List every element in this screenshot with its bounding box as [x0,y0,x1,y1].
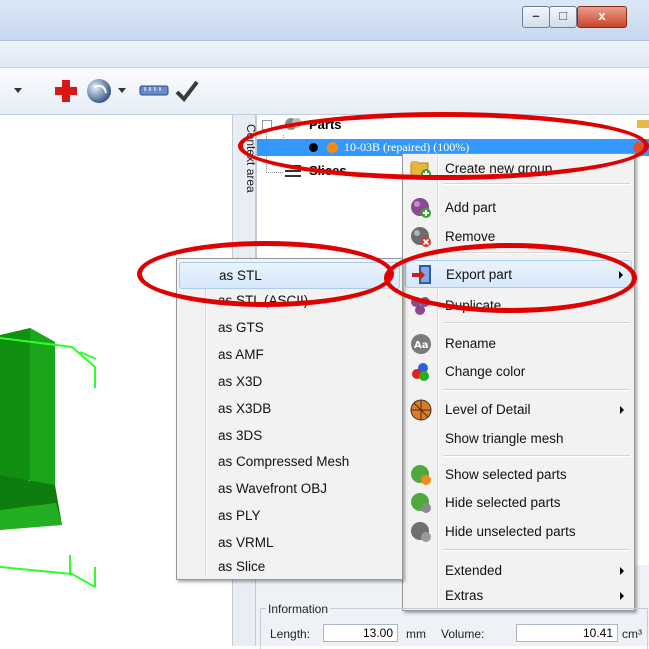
menu-item-remove[interactable]: Remove [405,225,632,249]
submenu-arrow-icon [620,567,624,575]
view-sphere-icon[interactable] [86,77,114,105]
duplicate-icon [410,295,432,317]
length-unit: mm [406,627,426,641]
menu-item-level-of-detail[interactable]: Level of Detail [405,398,632,422]
information-panel: Information Length: 13.00 mm Volume: 10.… [258,598,649,649]
maximize-button[interactable]: □ [549,6,577,28]
submenu-item-as-vrml[interactable]: as VRML [179,531,400,555]
export-icon [411,264,433,286]
close-button[interactable]: x [577,6,627,28]
submenu-item-as-wavefront-obj[interactable]: as Wavefront OBJ [179,477,400,501]
context-area-label: Context area [244,124,258,193]
check-icon[interactable] [174,78,200,104]
menu-strip [0,41,649,68]
part-visibility-icon[interactable] [327,142,338,153]
submenu-item-as-slice[interactable]: as Slice [179,555,400,579]
submenu-item-as-amf[interactable]: as AMF [179,343,400,367]
submenu-item-as-compressed-mesh[interactable]: as Compressed Mesh [179,450,400,474]
menu-item-add-part[interactable]: Add part [405,196,632,220]
submenu-item-as-gts[interactable]: as GTS [179,316,400,340]
submenu-item-as-3ds[interactable]: as 3DS [179,424,400,448]
menu-item-export-part[interactable]: Export part [405,260,632,288]
dropdown-arrow-icon[interactable] [118,88,126,93]
rename-icon: Aa [410,333,432,355]
tree-parts-label[interactable]: Parts [309,117,342,132]
submenu-item-as-x3d[interactable]: as X3D [179,370,400,394]
volume-label: Volume: [441,627,485,641]
length-label: Length: [270,627,311,641]
toolbar [0,68,649,115]
information-group-label: Information [266,602,331,616]
remove-part-icon [410,226,432,248]
color-icon [410,361,432,383]
hide-unselected-icon [410,521,432,543]
dropdown-arrow-icon[interactable] [14,88,22,93]
tree-slices-label[interactable]: Slices [309,163,347,178]
volume-unit: cm³ [622,627,642,641]
submenu-item-as-x3db[interactable]: as X3DB [179,397,400,421]
part-remove-icon[interactable] [633,142,644,153]
submenu-arrow-icon [620,406,624,414]
menu-item-create-new-group[interactable]: Create new group [405,157,632,181]
menu-item-show-selected-parts[interactable]: Show selected parts [405,463,632,487]
slices-icon [285,165,301,177]
minimize-button[interactable]: – [522,6,550,28]
parts-group-icon [285,117,303,131]
svg-text:Aa: Aa [414,340,429,351]
volume-field[interactable]: 10.41 [516,624,618,642]
part-context-menu: Create new group Add part Remove Export … [402,153,635,611]
measure-icon[interactable] [139,85,169,97]
folder-icon [637,117,649,129]
show-parts-icon [410,464,432,486]
menu-item-change-color[interactable]: Change color [405,360,632,384]
menu-item-show-triangle-mesh[interactable]: Show triangle mesh [405,427,632,451]
length-field[interactable]: 13.00 [323,624,398,642]
hide-parts-icon [410,492,432,514]
menu-item-duplicate[interactable]: Duplicate [405,294,632,318]
submenu-arrow-icon [619,271,623,279]
level-of-detail-icon [410,399,432,421]
part-dot-icon [309,143,318,152]
menu-item-extended[interactable]: Extended [405,559,632,583]
export-submenu: as STL as STL (ASCII) as GTS as AMF as X… [176,258,403,580]
menu-item-hide-selected-parts[interactable]: Hide selected parts [405,491,632,515]
menu-item-rename[interactable]: Aa Rename [405,332,632,356]
expand-icon[interactable] [262,120,272,130]
submenu-item-as-ply[interactable]: as PLY [179,504,400,528]
add-part-icon [410,197,432,219]
add-icon[interactable] [54,79,78,103]
submenu-item-as-stl[interactable]: as STL [179,262,400,289]
folder-add-icon [410,158,432,180]
menu-item-hide-unselected-parts[interactable]: Hide unselected parts [405,520,632,544]
submenu-item-as-stl-ascii[interactable]: as STL (ASCII) [179,289,400,313]
